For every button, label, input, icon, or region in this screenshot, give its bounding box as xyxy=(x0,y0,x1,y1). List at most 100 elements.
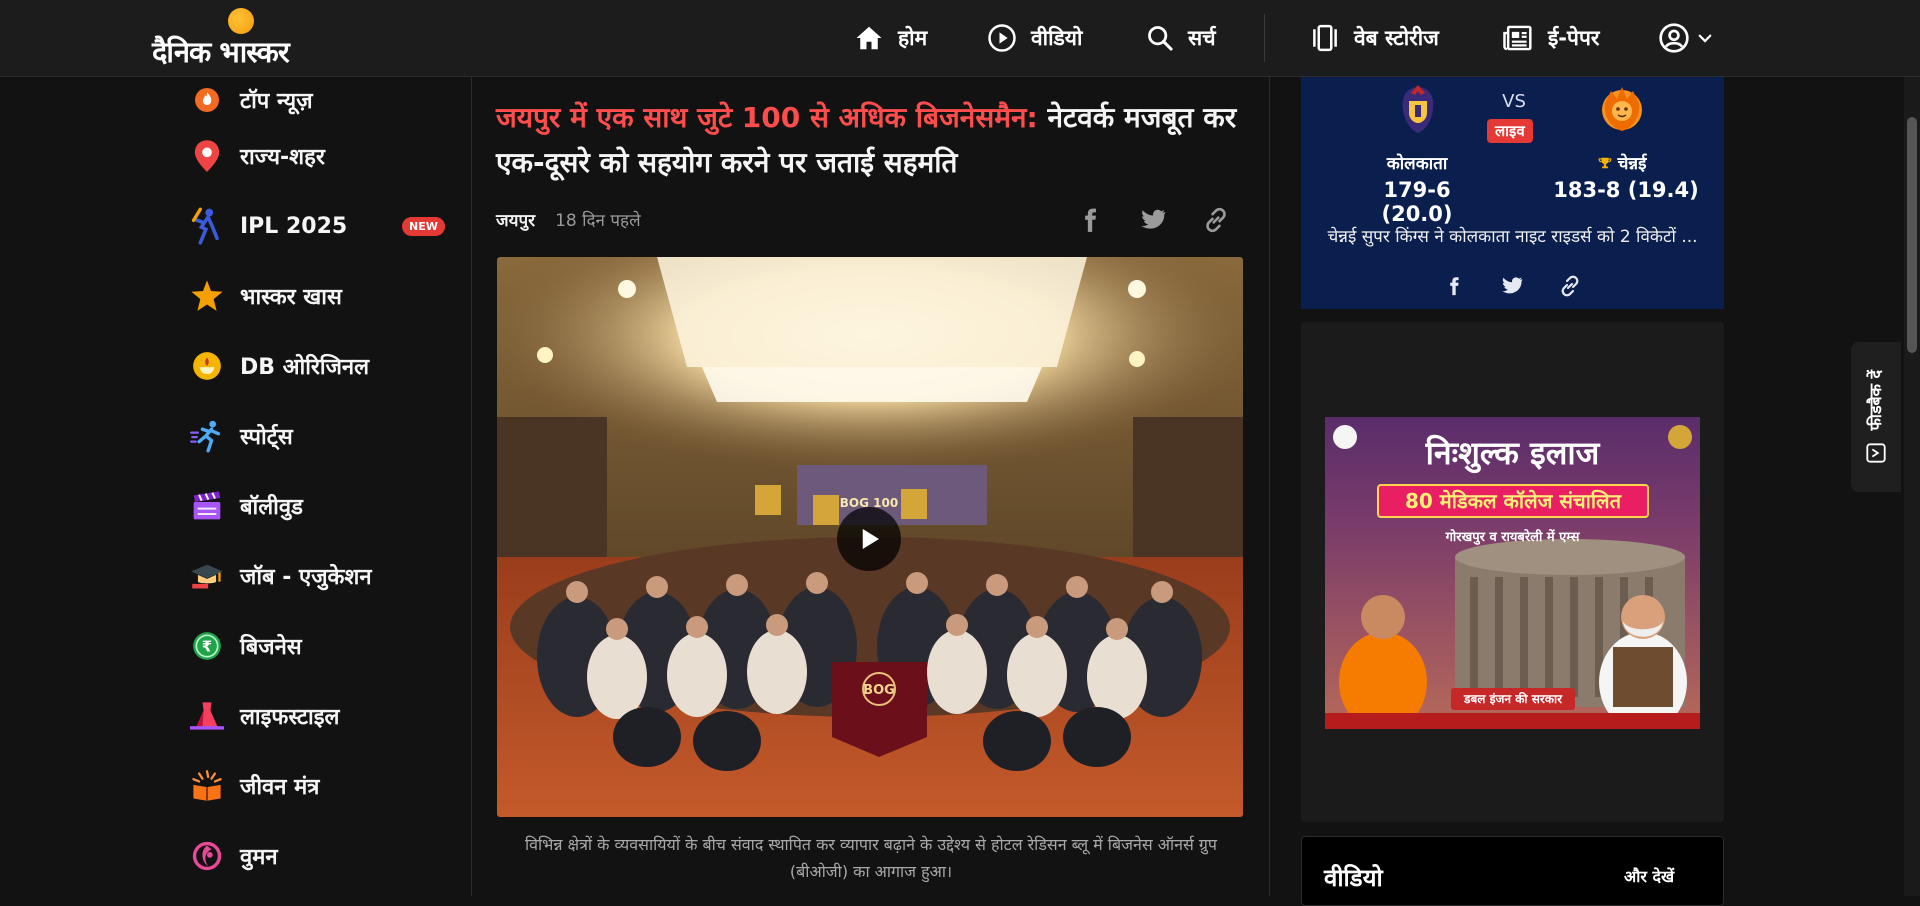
match-result[interactable]: चेन्नई सुपर किंग्स ने कोलकाता नाइट राइडर… xyxy=(1301,224,1724,247)
sidebar-item-label: स्पोर्ट्स xyxy=(240,425,293,450)
sidebar-item-job-education[interactable]: जॉब - एजुकेशन xyxy=(190,554,450,598)
ad-highlight: 80 मेडिकल कॉलेज संचालित xyxy=(1377,484,1649,518)
nav-epaper-label: ई-पेपर xyxy=(1548,26,1600,50)
vs-label: VS xyxy=(1502,91,1526,112)
sidebar-item-label: भास्कर खास xyxy=(240,285,342,310)
runner-icon xyxy=(190,419,224,453)
see-more-link[interactable]: और देखें xyxy=(1624,865,1674,887)
site-logo[interactable]: दैनिक भास्कर xyxy=(152,4,332,70)
nav-search[interactable]: सर्च xyxy=(1146,18,1216,58)
csk-logo-icon xyxy=(1602,87,1642,131)
nav-home[interactable]: होम xyxy=(854,18,927,58)
live-badge: लाइव xyxy=(1487,119,1533,143)
team1-name: कोलकाता xyxy=(1386,154,1448,174)
ad-banner[interactable]: निःशुल्क इलाज 80 मेडिकल कॉलेज संचालित गो… xyxy=(1325,417,1700,729)
cricket-player-icon xyxy=(190,207,224,245)
clapperboard-icon xyxy=(190,489,224,523)
copy-link-button[interactable] xyxy=(1199,203,1233,237)
score-share-facebook-button[interactable] xyxy=(1439,271,1469,301)
star-icon xyxy=(190,279,224,313)
link-icon xyxy=(1561,275,1579,297)
location-pin-icon xyxy=(190,139,224,173)
sidebar-item-ipl[interactable]: IPL 2025 NEW xyxy=(190,204,450,248)
play-icon xyxy=(862,529,879,549)
sidebar-item-bollywood[interactable]: बॉलीवुड xyxy=(190,484,450,528)
score-copy-link-button[interactable] xyxy=(1555,271,1585,301)
article-meta: जयपुर 18 दिन पहले xyxy=(496,208,641,231)
sidebar-item-bhaskar-khas[interactable]: भास्कर खास xyxy=(190,274,450,318)
video-section-title: वीडियो xyxy=(1324,864,1383,892)
sidebar-item-woman[interactable]: वुमन xyxy=(190,834,450,878)
search-icon xyxy=(1148,26,1173,51)
twitter-icon xyxy=(1141,209,1166,229)
sidebar-item-sports[interactable]: स्पोर्ट्स xyxy=(190,414,450,458)
ad-footer-strip xyxy=(1325,713,1700,729)
article-city[interactable]: जयपुर xyxy=(496,208,535,231)
play-circle-icon xyxy=(988,24,1016,52)
sidebar-item-jeevan-mantra[interactable]: जीवन मंत्र xyxy=(190,764,450,808)
feedback-label: फीडबैक दें xyxy=(1866,369,1885,431)
user-avatar-icon xyxy=(1659,23,1689,53)
page-scrollbar[interactable] xyxy=(1904,77,1920,896)
article-headline[interactable]: जयपुर में एक साथ जुटे 100 से अधिक बिजनेस… xyxy=(496,95,1246,185)
team2-score: 183-8 (19.4) xyxy=(1553,178,1699,202)
nav-web-stories-label: वेब स्टोरीज xyxy=(1354,26,1439,50)
feedback-button[interactable]: फीडबैक दें xyxy=(1851,342,1901,492)
sidebar-item-state-city[interactable]: राज्य-शहर xyxy=(190,134,450,178)
book-icon xyxy=(190,769,224,803)
sidebar-item-lifestyle[interactable]: लाइफस्टाइल xyxy=(190,694,450,738)
live-score-card[interactable]: VS लाइव कोलकाता 179-6 (20.0) चेन्नई 183-… xyxy=(1301,77,1724,309)
twitter-icon xyxy=(1502,277,1523,294)
photo-flag-text: BOG xyxy=(863,683,895,698)
feedback-icon xyxy=(1866,443,1886,463)
category-sidebar: टॉप न्यूज़ राज्य-शहर IPL 2025 NEW भास्कर… xyxy=(170,77,470,896)
sidebar-item-top-news[interactable]: टॉप न्यूज़ xyxy=(190,78,450,122)
sidebar-item-label: राज्य-शहर xyxy=(240,145,325,170)
top-header: दैनिक भास्कर होम वीडियो सर्च वेब स्टोरीज… xyxy=(0,0,1920,77)
nav-epaper[interactable]: ई-पेपर xyxy=(1502,18,1599,58)
web-stories-icon xyxy=(1313,24,1337,52)
sidebar-item-label: DB ओरिजिनल xyxy=(240,355,370,380)
diya-icon xyxy=(190,349,224,383)
graduation-cap-icon xyxy=(190,559,224,593)
share-facebook-button[interactable] xyxy=(1073,203,1107,237)
nav-search-label: सर्च xyxy=(1188,26,1216,50)
ad-container: निःशुल्क इलाज 80 मेडिकल कॉलेज संचालित गो… xyxy=(1301,322,1724,822)
sidebar-item-label: बॉलीवुड xyxy=(240,495,303,520)
headline-highlight: जयपुर में एक साथ जुटे 100 से अधिक बिजनेस… xyxy=(496,101,1038,134)
dress-icon xyxy=(190,699,224,733)
scrollbar-thumb[interactable] xyxy=(1907,117,1917,353)
nav-divider xyxy=(1264,14,1265,62)
team2-name-row: चेन्नई xyxy=(1557,151,1687,174)
ad-subtitle: गोरखपुर व रायबरेली में एम्स xyxy=(1445,530,1580,545)
logo-text: दैनिक भास्कर xyxy=(152,35,290,69)
sidebar-item-label: जॉब - एजुकेशन xyxy=(240,565,372,590)
share-twitter-button[interactable] xyxy=(1136,203,1170,237)
sidebar-item-db-original[interactable]: DB ओरिजिनल xyxy=(190,344,450,388)
woman-icon xyxy=(190,839,224,873)
new-badge: NEW xyxy=(402,217,445,236)
score-share-twitter-button[interactable] xyxy=(1497,271,1527,301)
newspaper-icon xyxy=(1503,25,1532,51)
flame-icon xyxy=(190,83,224,117)
play-video-button[interactable] xyxy=(837,507,901,571)
chevron-down-icon xyxy=(1698,34,1712,43)
ad-tagline: डबल इंजन की सरकार xyxy=(1451,688,1575,710)
sidebar-item-label: IPL 2025 xyxy=(240,213,348,239)
article-video-thumbnail[interactable]: BOG 100 BOG xyxy=(497,257,1243,817)
rupee-coin-icon: ₹ xyxy=(190,629,224,663)
team2-name: चेन्नई xyxy=(1617,154,1647,174)
nav-web-stories[interactable]: वेब स्टोरीज xyxy=(1310,18,1439,58)
facebook-icon xyxy=(1450,277,1459,296)
sidebar-item-business[interactable]: ₹ बिजनेस xyxy=(190,624,450,668)
trophy-icon xyxy=(1598,157,1611,168)
sidebar-item-label: जीवन मंत्र xyxy=(240,775,320,800)
link-icon xyxy=(1206,207,1226,233)
photo-caption: विभिन्न क्षेत्रों के व्यवसायियों के बीच … xyxy=(524,835,1218,881)
sidebar-item-label: बिजनेस xyxy=(240,635,302,660)
logo-sun-icon xyxy=(228,8,254,34)
column-divider xyxy=(1269,77,1270,896)
user-menu[interactable] xyxy=(1658,18,1714,58)
kkr-logo-icon xyxy=(1402,85,1434,133)
nav-video[interactable]: वीडियो xyxy=(987,18,1082,58)
